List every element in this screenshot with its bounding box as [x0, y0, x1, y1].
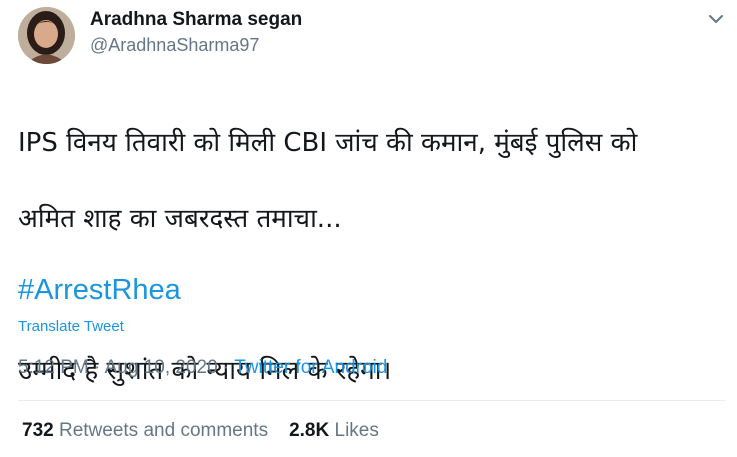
- meta-separator: ·: [217, 357, 235, 378]
- tweet-line: अमित शाह का जबरदस्त तमाचा...: [18, 204, 342, 234]
- author-name[interactable]: Aradhna Sharma segan: [90, 9, 302, 31]
- likes-stat[interactable]: 2.8K Likes: [289, 420, 379, 441]
- tweet-line: IPS विनय तिवारी को मिली CBI जांच की कमान…: [18, 128, 638, 158]
- tweet-source-link[interactable]: Twitter for Android: [234, 357, 387, 378]
- tweet-meta: 5:12 PM · Aug 10, 2020 · Twitter for And…: [18, 357, 387, 379]
- retweets-count: 732: [22, 420, 54, 441]
- chevron-down-icon[interactable]: [705, 8, 727, 30]
- tweet-stats: 732 Retweets and comments 2.8K Likes: [22, 420, 379, 442]
- hashtag-link[interactable]: #ArrestRhea: [18, 274, 181, 307]
- avatar-photo: [18, 7, 75, 64]
- translate-tweet-link[interactable]: Translate Tweet: [18, 318, 124, 335]
- tweet-time[interactable]: 5:12 PM: [18, 357, 89, 378]
- likes-label: Likes: [334, 420, 379, 441]
- meta-separator: ·: [88, 357, 105, 378]
- retweets-label: Retweets and comments: [58, 420, 269, 441]
- divider: [18, 400, 725, 401]
- tweet-date[interactable]: Aug 10, 2020: [105, 357, 218, 378]
- avatar[interactable]: [18, 7, 75, 64]
- likes-count: 2.8K: [289, 420, 330, 441]
- retweets-stat[interactable]: 732 Retweets and comments: [22, 420, 268, 441]
- author-handle[interactable]: @AradhnaSharma97: [90, 35, 259, 56]
